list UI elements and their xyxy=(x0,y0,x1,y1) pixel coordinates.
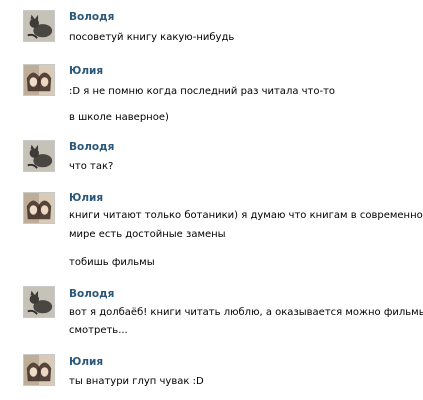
girl-photo-icon xyxy=(24,355,54,385)
author-name[interactable]: Володя xyxy=(69,11,114,23)
author-name[interactable]: Володя xyxy=(69,141,114,153)
message-text: тобишь фильмы xyxy=(69,257,155,268)
message-text: в школе наверное) xyxy=(69,112,169,123)
author-name[interactable]: Юлия xyxy=(69,192,103,204)
message-text: вот я долбаёб! книги читать люблю, а ока… xyxy=(69,307,423,318)
message-text: что так? xyxy=(69,161,114,172)
girl-photo-icon xyxy=(24,65,54,95)
cat-silhouette-icon xyxy=(24,287,54,317)
avatar[interactable] xyxy=(23,286,55,318)
author-name[interactable]: Юлия xyxy=(69,356,103,368)
avatar[interactable] xyxy=(23,64,55,96)
avatar[interactable] xyxy=(23,354,55,386)
message-text: ты внатури глуп чувак :D xyxy=(69,376,204,387)
avatar[interactable] xyxy=(23,140,55,172)
cat-silhouette-icon xyxy=(24,11,54,41)
message-text: посоветуй книгу какую-нибудь xyxy=(69,32,235,43)
message-text: :D я не помню когда последний раз читала… xyxy=(69,86,336,97)
author-name[interactable]: Юлия xyxy=(69,65,103,77)
author-name[interactable]: Володя xyxy=(69,288,114,300)
avatar[interactable] xyxy=(23,192,55,224)
girl-photo-icon xyxy=(24,193,54,223)
message-text: мире есть достойные замены xyxy=(69,229,226,240)
cat-silhouette-icon xyxy=(24,141,54,171)
message-text: смотреть... xyxy=(69,325,128,336)
avatar[interactable] xyxy=(23,10,55,42)
message-text: книги читают только ботаники) я думаю чт… xyxy=(69,210,423,221)
